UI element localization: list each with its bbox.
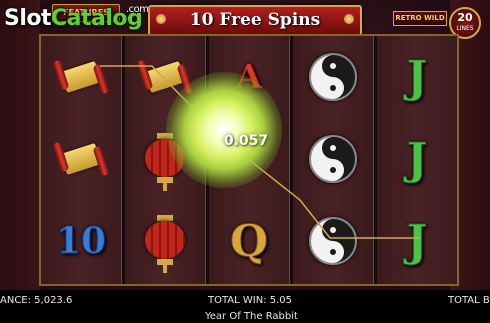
win-glow-effect: [166, 72, 282, 188]
win-amount: 0.057: [223, 133, 269, 149]
game-scene: SlotCatalog .com FEATURES 10 Free Spins …: [0, 0, 490, 323]
logo-text-com: .com: [126, 4, 149, 15]
logo-text-slot: Slot: [4, 6, 52, 31]
site-logo: SlotCatalog .com: [4, 4, 149, 31]
